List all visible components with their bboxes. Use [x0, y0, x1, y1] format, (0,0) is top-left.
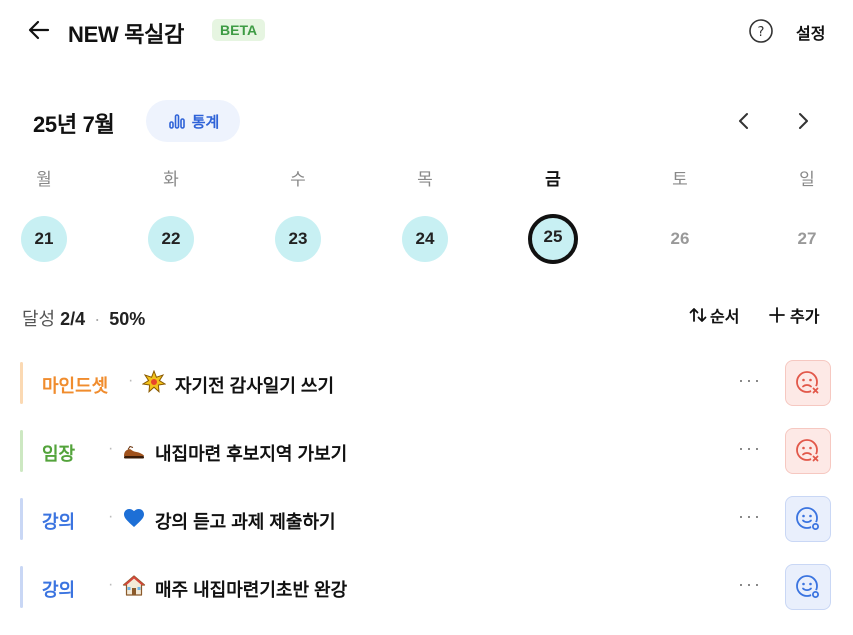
- day-number[interactable]: 22: [148, 216, 194, 262]
- month-label: 25년 7월: [33, 112, 115, 137]
- task-item[interactable]: 임장 · 내집마련 후보지역 가보기 ···: [20, 428, 835, 474]
- task-title: 내집마련 후보지역 가보기: [155, 444, 348, 464]
- task-color-bar: [20, 430, 23, 472]
- achievement-summary: 달성 2/4 · 50%: [22, 305, 145, 331]
- day-number[interactable]: 23: [275, 216, 321, 262]
- sad-face-x-icon: [796, 371, 820, 395]
- task-item[interactable]: 강의 · 매주 내집마련기초반 완강 ···: [20, 564, 835, 610]
- task-item[interactable]: 강의 · 강의 듣고 과제 제출하기 ···: [20, 496, 835, 542]
- status-failed-button[interactable]: [785, 360, 831, 406]
- status-pending-button[interactable]: [785, 564, 831, 610]
- task-title: 강의 듣고 과제 제출하기: [155, 512, 336, 532]
- add-button[interactable]: 추가: [768, 303, 819, 327]
- shoe-icon: [124, 445, 144, 459]
- day-column[interactable]: 일 27: [777, 168, 837, 262]
- achievement-count: 2/4: [60, 309, 86, 329]
- bar-chart-icon: [168, 114, 185, 129]
- add-label: 추가: [790, 309, 820, 326]
- weekday-label: 일: [799, 170, 815, 189]
- day-column[interactable]: 월 21: [14, 168, 74, 262]
- plus-icon: [769, 307, 785, 323]
- weekday-label: 금: [545, 170, 561, 189]
- achievement-label: 달성: [22, 309, 56, 329]
- day-number[interactable]: 24: [402, 216, 448, 262]
- sort-label: 순서: [710, 309, 740, 326]
- beta-badge: BETA: [212, 19, 266, 41]
- day-number[interactable]: 27: [784, 216, 830, 262]
- day-number[interactable]: 21: [21, 216, 67, 262]
- more-options-icon[interactable]: ···: [738, 370, 762, 391]
- chevron-left-icon[interactable]: [733, 110, 755, 132]
- separator-dot: ·: [128, 372, 134, 389]
- weekday-label: 수: [290, 170, 306, 189]
- day-column[interactable]: 화 22: [141, 168, 201, 262]
- chevron-right-icon[interactable]: [792, 110, 814, 132]
- top-bar: NEW 목실감 BETA ? 설정: [0, 0, 853, 62]
- blue-heart-icon: [124, 509, 144, 527]
- task-category: 강의: [42, 580, 76, 600]
- separator-dot: ·: [108, 440, 114, 457]
- weekday-label: 화: [163, 170, 179, 189]
- task-title: 자기전 감사일기 쓰기: [175, 376, 335, 396]
- task-color-bar: [20, 362, 23, 404]
- task-title: 매주 내집마련기초반 완강: [155, 580, 348, 600]
- day-column[interactable]: 수 23: [268, 168, 328, 262]
- smile-face-icon: [796, 575, 820, 599]
- task-item[interactable]: 마인드셋 · 자기전 감사일기 쓰기 ···: [20, 360, 835, 406]
- day-column[interactable]: 토 26: [650, 168, 710, 262]
- settings-button[interactable]: 설정: [796, 20, 825, 44]
- separator-dot: ·: [108, 508, 114, 525]
- separator-dot: ·: [108, 576, 114, 593]
- page-title: NEW 목실감: [68, 22, 185, 47]
- task-color-bar: [20, 498, 23, 540]
- task-category: 임장: [42, 444, 76, 464]
- back-arrow-icon[interactable]: [26, 17, 52, 43]
- sort-arrows-icon: [689, 308, 707, 322]
- sad-face-x-icon: [796, 439, 820, 463]
- status-pending-button[interactable]: [785, 496, 831, 542]
- task-color-bar: [20, 566, 23, 608]
- day-number-selected[interactable]: 25: [528, 214, 578, 264]
- smile-face-icon: [796, 507, 820, 531]
- task-category: 마인드셋: [42, 376, 109, 396]
- stats-button[interactable]: 통계: [146, 100, 240, 142]
- achievement-percent: 50%: [109, 309, 146, 329]
- stats-label: 통계: [191, 113, 220, 131]
- sparkle-icon: [142, 370, 166, 394]
- weekday-label: 토: [672, 170, 688, 189]
- task-category: 강의: [42, 512, 76, 532]
- weekday-label: 목: [417, 170, 433, 189]
- day-column[interactable]: 목 24: [395, 168, 455, 262]
- more-options-icon[interactable]: ···: [738, 506, 762, 527]
- more-options-icon[interactable]: ···: [738, 438, 762, 459]
- help-icon[interactable]: ?: [748, 18, 774, 44]
- day-column-today[interactable]: 금 25: [523, 168, 583, 264]
- weekday-label: 월: [36, 170, 52, 189]
- house-icon: [122, 575, 146, 596]
- status-failed-button[interactable]: [785, 428, 831, 474]
- svg-text:?: ?: [758, 25, 765, 40]
- day-number[interactable]: 26: [657, 216, 703, 262]
- more-options-icon[interactable]: ···: [738, 574, 762, 595]
- separator-dot: ·: [94, 309, 101, 329]
- sort-button[interactable]: 순서: [688, 303, 739, 327]
